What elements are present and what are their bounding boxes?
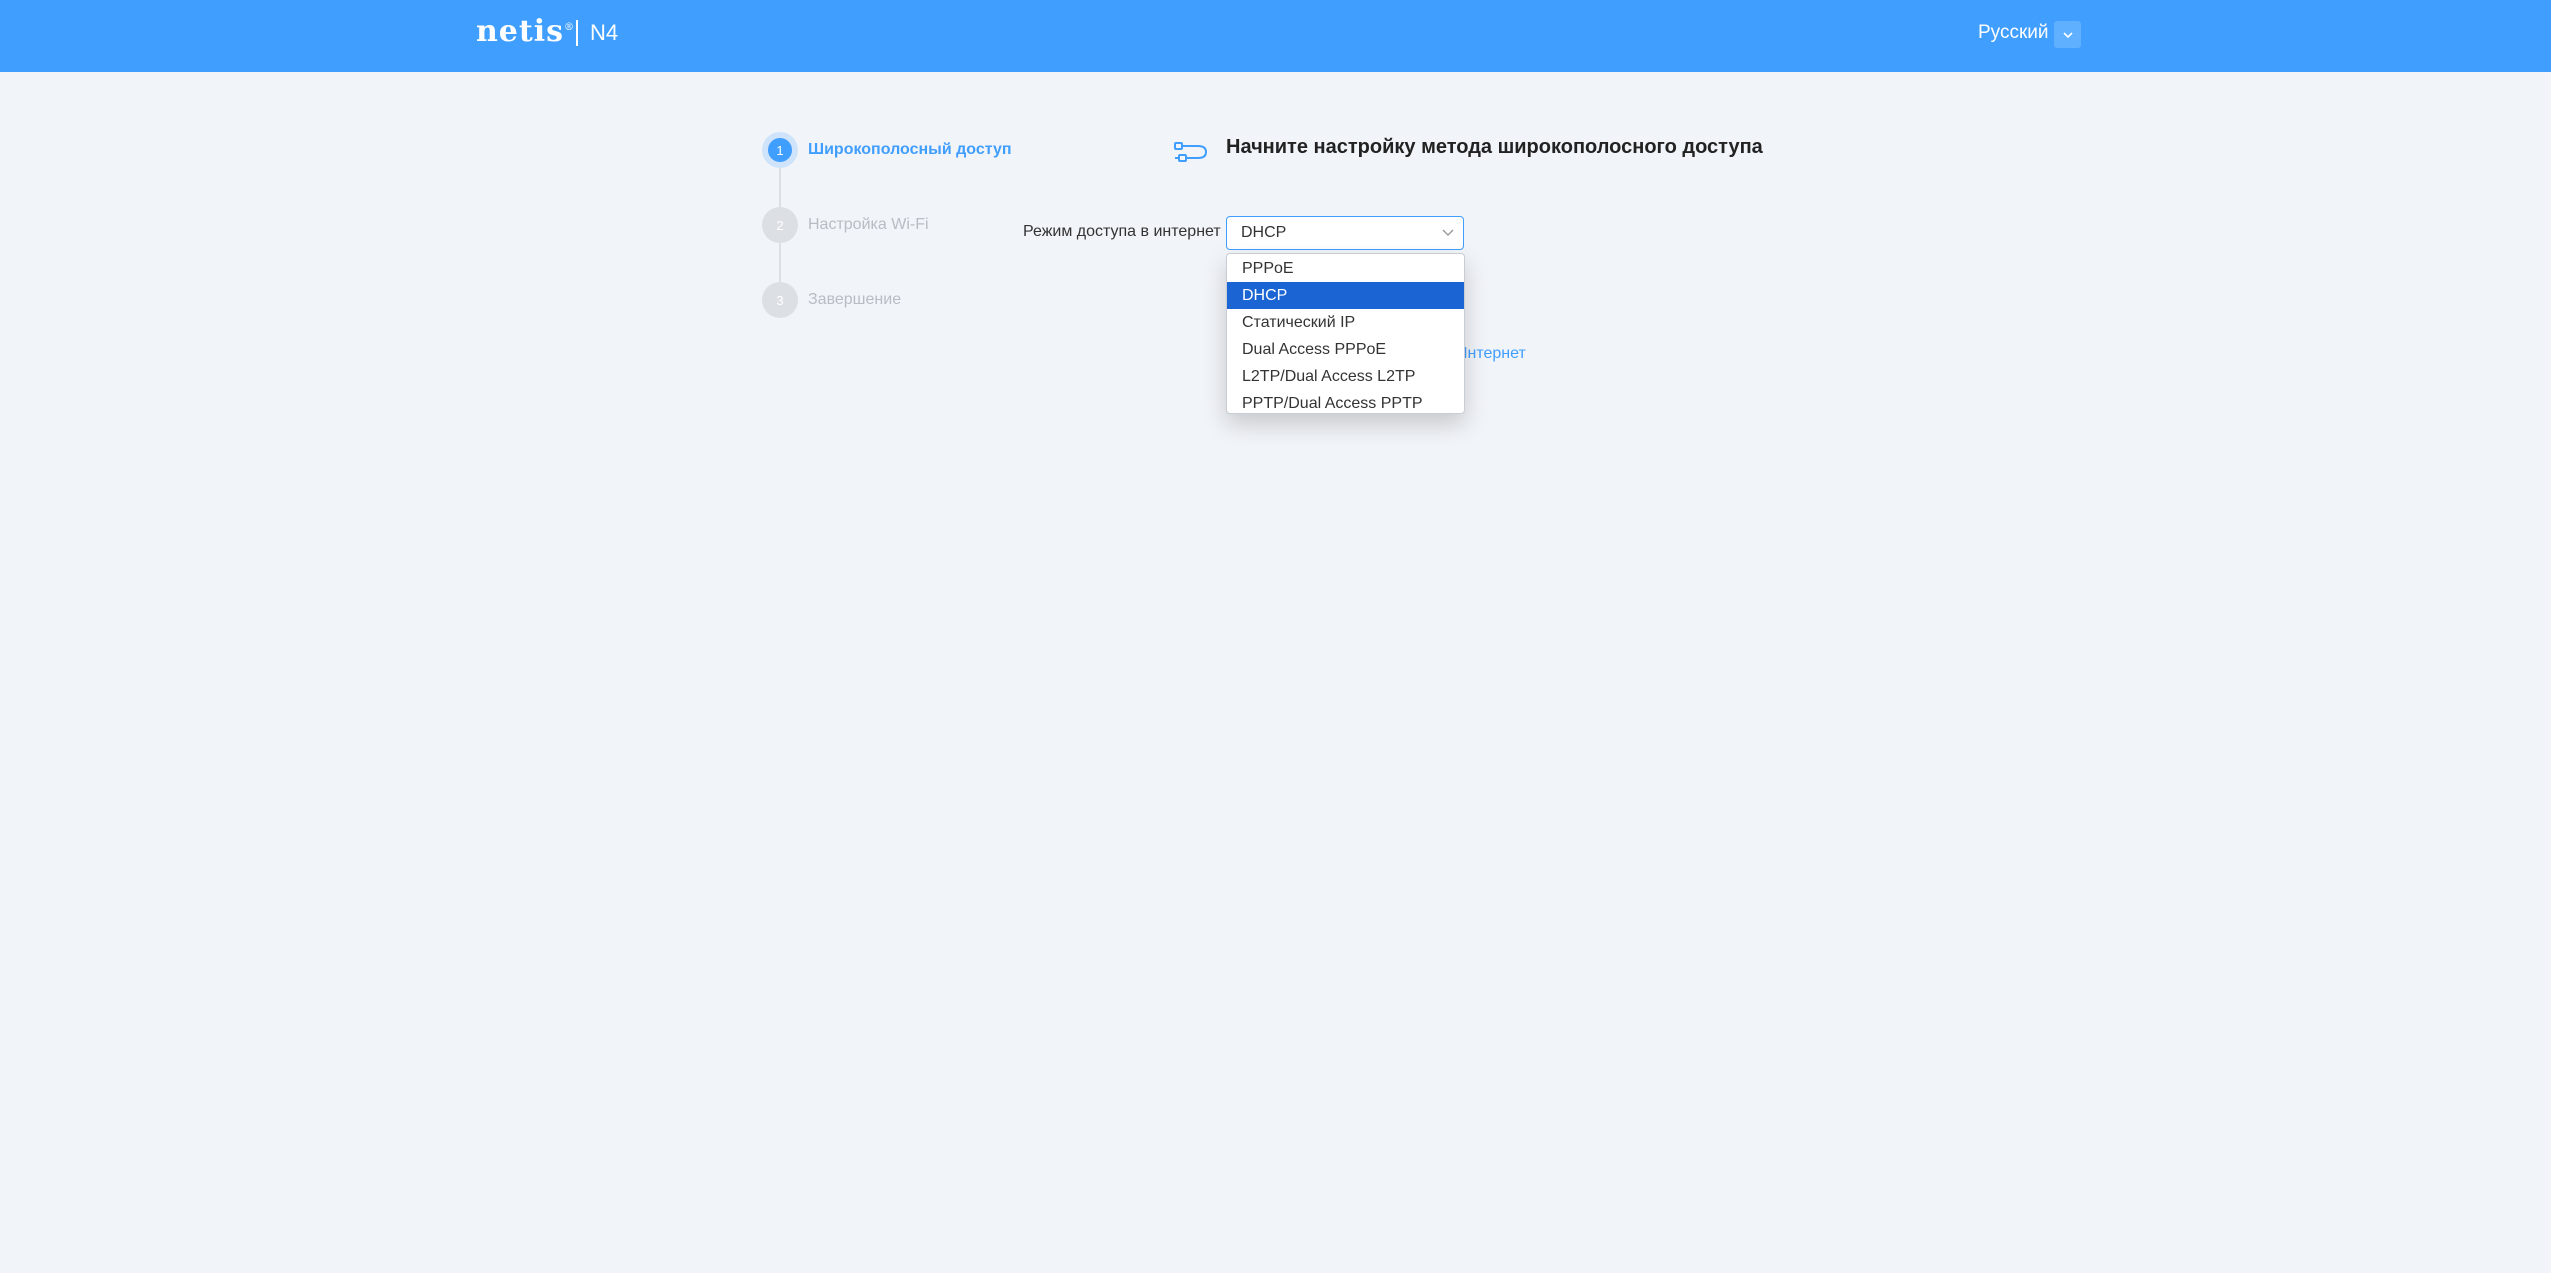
step-3-indicator: 3 (762, 282, 798, 318)
step-connector (779, 168, 781, 208)
option-dual-access-pppoe[interactable]: Dual Access PPPoE (1227, 336, 1464, 363)
access-mode-dropdown[interactable]: PPPoE DHCP Статический IP Dual Access PP… (1226, 253, 1465, 414)
netis-logo: netis® (476, 14, 576, 49)
option-dhcp[interactable]: DHCP (1227, 282, 1464, 309)
ethernet-cable-icon (1174, 142, 1208, 162)
top-header: netis® N4 Русский (0, 0, 2551, 72)
step-2-label: Настройка Wi-Fi (808, 216, 929, 233)
chevron-down-icon (1442, 229, 1454, 236)
option-l2tp[interactable]: L2TP/Dual Access L2TP (1227, 363, 1464, 390)
language-dropdown-button[interactable] (2054, 21, 2081, 48)
chevron-down-icon (2062, 31, 2073, 38)
step-connector (779, 243, 781, 283)
option-static-ip[interactable]: Статический IP (1227, 309, 1464, 336)
step-2-indicator: 2 (762, 207, 798, 243)
step-1-indicator: 1 (762, 132, 798, 168)
access-mode-select[interactable]: DHCP (1226, 216, 1464, 250)
access-mode-label: Режим доступа в интернет (1023, 223, 1221, 240)
access-mode-value: DHCP (1241, 224, 1287, 241)
step-3-label: Завершение (808, 291, 902, 308)
step-1-label: Широкополосный доступ (808, 141, 1012, 158)
page-title: Начните настройку метода широкополосного… (1226, 136, 1763, 158)
model-name: N4 (590, 20, 619, 45)
internet-link[interactable]: Интернет (1456, 345, 1526, 363)
option-pptp[interactable]: PPTP/Dual Access PPTP (1227, 390, 1464, 417)
logo-divider (576, 20, 578, 46)
option-pppoe[interactable]: PPPoE (1227, 255, 1464, 282)
language-label[interactable]: Русский (1978, 22, 2049, 44)
